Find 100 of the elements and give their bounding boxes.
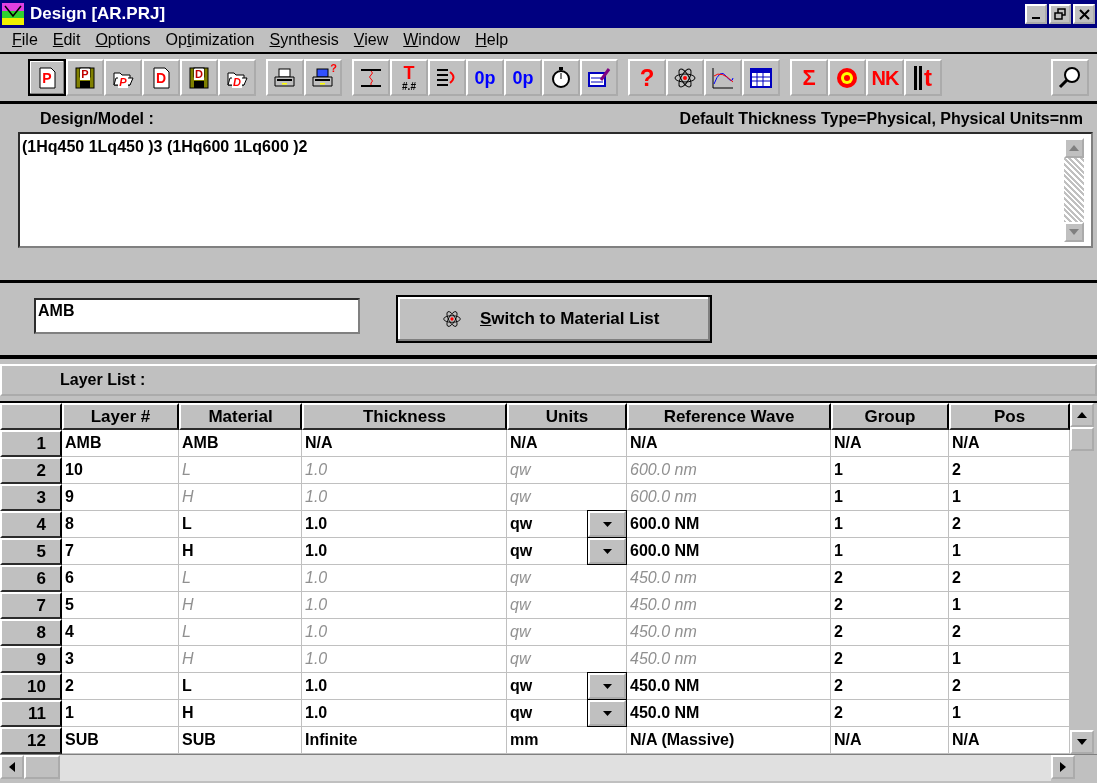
table-cell: H	[179, 592, 302, 619]
scroll-thumb[interactable]	[24, 755, 60, 779]
target-icon	[835, 65, 859, 90]
menu-item[interactable]: Optimization	[159, 31, 264, 49]
table-cell: 1	[831, 538, 949, 565]
caret-icon	[602, 683, 612, 689]
column-header[interactable]: Material	[179, 403, 302, 430]
dropdown-button[interactable]	[588, 673, 626, 699]
column-header[interactable]: Group	[831, 403, 949, 430]
text-format-icon: T #.#	[402, 63, 416, 92]
menu-item[interactable]: File	[6, 31, 47, 49]
column-header[interactable]: Reference Wave	[627, 403, 831, 430]
table-cell: N/A	[949, 430, 1070, 457]
table-cell: 600.0 nm	[627, 484, 831, 511]
toolbar-button[interactable]: D	[218, 59, 256, 96]
table-cell: 1.0	[302, 592, 507, 619]
table-cell: N/A	[302, 430, 507, 457]
row-header[interactable]: 11	[0, 700, 62, 727]
table-cell: 450.0 nm	[627, 619, 831, 646]
table-cell: H	[179, 700, 302, 727]
toolbar-button[interactable]: D	[180, 59, 218, 96]
table-cell: 10	[62, 457, 179, 484]
toolbar-button[interactable]	[580, 59, 618, 96]
toolbar-button[interactable]	[1051, 59, 1089, 96]
column-header[interactable]: Thickness	[302, 403, 507, 430]
row-header[interactable]: 7	[0, 592, 62, 619]
row-header[interactable]: 1	[0, 430, 62, 457]
table-cell: SUB	[62, 727, 179, 754]
scroll-thumb[interactable]	[1070, 427, 1094, 451]
toolbar-button[interactable]	[666, 59, 704, 96]
table-cell: L	[179, 565, 302, 592]
toolbar-button[interactable]	[266, 59, 304, 96]
menu-item[interactable]: Edit	[46, 31, 90, 49]
menu-item[interactable]: Window	[397, 31, 470, 49]
table-cell: 450.0 nm	[627, 565, 831, 592]
toolbar-button[interactable]: P	[66, 59, 104, 96]
window-title: Design [AR.PRJ]	[30, 4, 166, 24]
dropdown-button[interactable]	[588, 511, 626, 537]
design-formula-field[interactable]: (1Hq450 1Lq450 )3 (1Hq600 1Lq600 )2	[18, 132, 1093, 248]
table-cell: qw	[510, 488, 531, 506]
menu-item[interactable]: View	[347, 31, 398, 49]
table-cell: 600.0 NM	[627, 538, 831, 565]
row-header[interactable]: 8	[0, 619, 62, 646]
material-field[interactable]: AMB	[34, 298, 360, 334]
row-header[interactable]: 2	[0, 457, 62, 484]
app-icon	[2, 3, 24, 25]
restore-button[interactable]	[1049, 4, 1071, 24]
toolbar-button[interactable]: 0p	[504, 59, 542, 96]
row-header[interactable]: 5	[0, 538, 62, 565]
table-cell: L	[179, 619, 302, 646]
table-cell: qw	[510, 515, 533, 533]
toolbar-button[interactable]	[704, 59, 742, 96]
toolbar-button[interactable]	[352, 59, 390, 96]
row-header[interactable]: 10	[0, 673, 62, 700]
menu-item[interactable]: Synthesis	[263, 31, 348, 49]
caret-icon	[602, 521, 612, 527]
row-header[interactable]: 3	[0, 484, 62, 511]
icon-letter: D	[232, 77, 242, 88]
toolbar-button[interactable]: D	[142, 59, 180, 96]
table-icon	[749, 65, 773, 90]
row-header[interactable]: 12	[0, 727, 62, 754]
row-header[interactable]: 6	[0, 565, 62, 592]
toolbar-button[interactable]: P	[28, 59, 66, 96]
table-cell: N/A (Massive)	[627, 727, 831, 754]
atom-icon	[673, 65, 697, 90]
table-cell: qw	[510, 569, 531, 587]
menu-item[interactable]: Options	[89, 31, 160, 49]
vertical-scrollbar[interactable]	[1070, 403, 1094, 754]
question-mark-icon: ?	[330, 63, 337, 74]
minimize-button[interactable]	[1025, 4, 1047, 24]
table-cell: AMB	[62, 430, 179, 457]
table-cell: 8	[62, 511, 179, 538]
table-cell: L	[179, 511, 302, 538]
row-header[interactable]: 9	[0, 646, 62, 673]
column-header[interactable]: Pos	[949, 403, 1070, 430]
dropdown-button[interactable]	[588, 538, 626, 564]
table-cell: mm	[510, 731, 539, 749]
table-cell: 3	[62, 646, 179, 673]
corner-header[interactable]	[0, 403, 62, 430]
row-header[interactable]: 4	[0, 511, 62, 538]
column-header[interactable]: Units	[507, 403, 627, 430]
design-model-label: Design/Model :	[40, 110, 154, 128]
table-cell: 2	[831, 592, 949, 619]
switch-material-button[interactable]: Switch to Material List	[396, 295, 712, 343]
horizontal-scrollbar[interactable]	[0, 754, 1097, 781]
toolbar-button[interactable]: P	[104, 59, 142, 96]
toolbar-button[interactable]: 0p	[466, 59, 504, 96]
menu-item[interactable]: Help	[469, 31, 518, 49]
column-header[interactable]: Layer #	[62, 403, 179, 430]
toolbar-button[interactable]	[542, 59, 580, 96]
close-button[interactable]	[1073, 4, 1095, 24]
table-cell: 1.0	[302, 646, 507, 673]
toolbar-button[interactable]	[428, 59, 466, 96]
nk-icon: NK	[871, 67, 899, 88]
toolbar-button[interactable]: T #.#	[390, 59, 428, 96]
table-cell: 600.0 nm	[627, 457, 831, 484]
toolbar-button[interactable]	[742, 59, 780, 96]
dropdown-button[interactable]	[588, 700, 626, 726]
restore-icon	[1054, 8, 1066, 20]
table-cell: 2	[831, 619, 949, 646]
